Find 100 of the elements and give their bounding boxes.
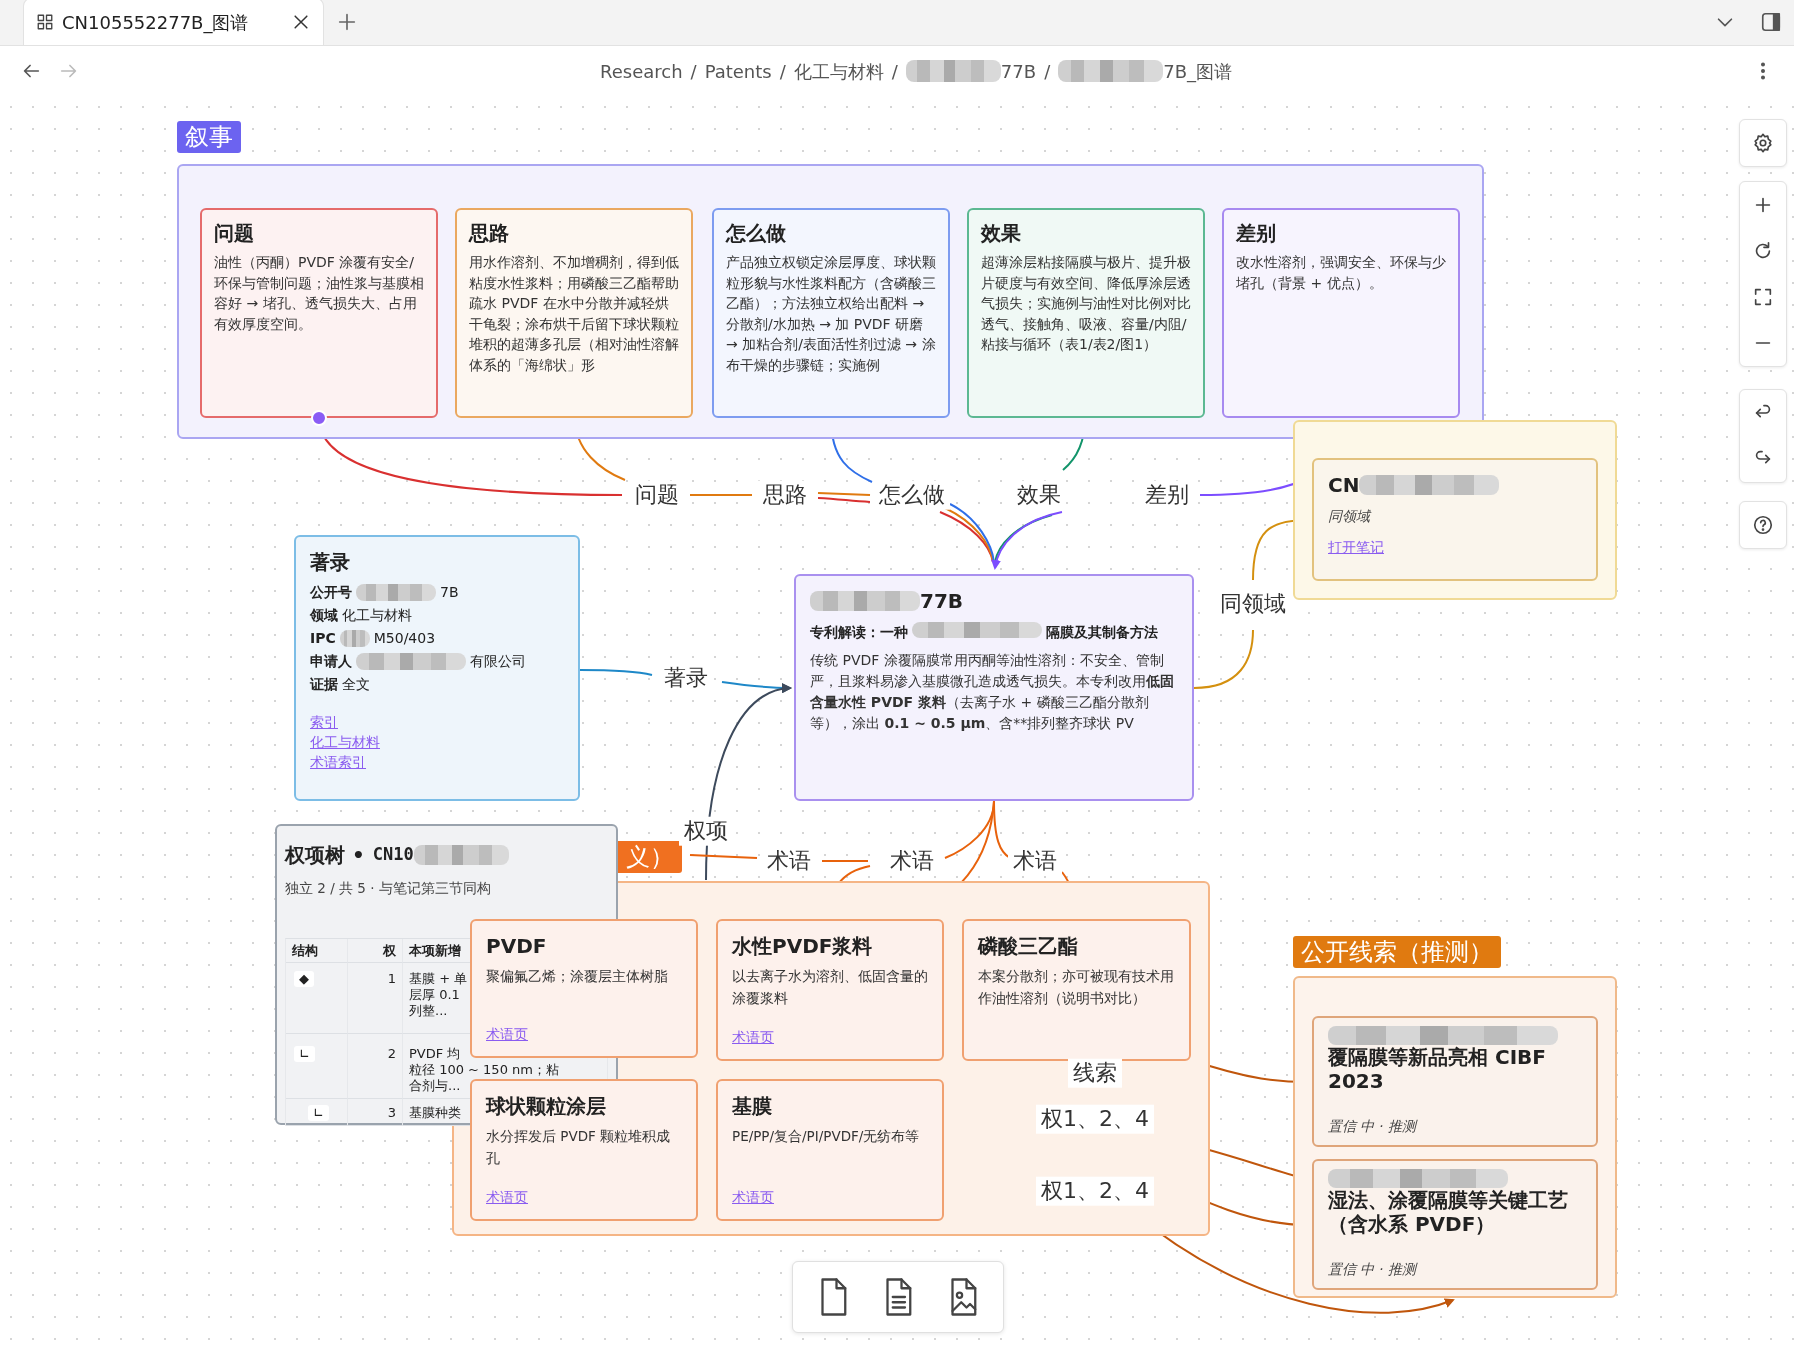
breadcrumb-separator: / [891,59,898,84]
table-cell-line: 列整... [409,1003,448,1019]
table-cell: 1 [348,963,403,1034]
card-title: 思路 [469,220,510,246]
card-title: 球状颗粒涂层 [486,1093,607,1119]
link[interactable]: 打开笔记 [1328,539,1384,555]
sidebar-toggle-icon[interactable] [1760,11,1782,33]
table-header: 结构 [286,939,348,963]
table-cell-line: PVDF 均 [409,1046,461,1062]
note-card[interactable]: 水性PVDF浆料 以去离子水为溶剂、低固含量的涂覆浆料 术语页 [716,919,944,1061]
table-cell: 3 [348,1099,403,1126]
table-cell: 2 [348,1034,403,1099]
grid-icon [36,13,54,31]
breadcrumb-link[interactable]: 7B_图谱 [1058,57,1232,85]
card-title: 磷酸三乙酯 [978,933,1079,959]
note-card[interactable]: 球状颗粒涂层 水分挥发后 PVDF 颗粒堆积成孔 术语页 [470,1079,698,1221]
field-label: IPC [310,629,336,648]
card-title: 效果 [981,220,1022,246]
card-meta: 置信 中 · 推测 [1328,1117,1419,1136]
subtitle-text: 专利解读：一种 [810,623,908,642]
breadcrumb-link[interactable]: Research [600,57,683,85]
table-header: 权 [348,939,403,963]
summary-paragraph: 传统 PVDF 涂覆隔膜常用丙酮等油性溶剂：不安全、管制严，且浆料易渗入基膜微孔造成透气损失。本专利改用低固含量水性 PVDF 浆料（去离子水 + 磷酸三乙酯分散剂等），涂出 0.1 ~ 0.5 µm、含**排列整齐球状 PV [810,651,1175,734]
help-icon[interactable] [1752,514,1774,536]
card-title: CN [1328,472,1360,498]
breadcrumb-separator: / [779,59,786,84]
field-label: 申请人 [310,652,352,671]
card-text: 本案分散剂；亦可被现有技术用作油性溶剂（说明书对比） [978,967,1175,1008]
group-label: 公开线索（推测） [1293,936,1501,968]
card-title: 77B [920,588,964,614]
edge-label: 权1、2、4 [1036,1176,1154,1206]
field-label: 公开号 [310,583,352,602]
note-card[interactable]: 湿法、涂覆隔膜等关键工艺（含水系 PVDF） 置信 中 · 推测 [1312,1159,1598,1290]
note-card[interactable]: 覆隔膜等新品亮相 CIBF 2023 置信 中 · 推测 [1312,1016,1598,1147]
card-title: 基膜 [732,1093,773,1119]
tab-title: CN105552277B_图谱 [62,10,250,36]
note-card[interactable]: 差别 改水性溶剂，强调安全、环保与少堵孔（背景 + 优点）。 [1222,208,1460,418]
card-text: 改水性溶剂，强调安全、环保与少堵孔（背景 + 优点）。 [1236,253,1446,293]
link[interactable]: 化工与材料 [310,732,380,752]
link[interactable]: 术语页 [486,1187,682,1207]
document-tab[interactable]: CN105552277B_图谱 [23,0,324,45]
card-title: 湿法、涂覆隔膜等关键工艺（含水系 PVDF） [1328,1188,1569,1239]
card-title: 著录 [310,549,351,575]
connector-curve [689,494,753,496]
breadcrumb-link[interactable]: 化工与材料 [793,57,884,85]
note-card[interactable]: 效果 超薄涂层粘接隔膜与极片、提升极片硬度与有效空间、降低厚涂层透气损失；实施例与油性对比例对比透气、接触角、吸液、容量/内阻/粘接与循环（表1/表2/图1） [967,208,1205,418]
subtitle-text: 隔膜及其制备方法 [1046,623,1158,642]
edge-label: 权1、2、4 [1036,1104,1154,1134]
tree-marker: ∟ [294,1046,315,1062]
field-value: 7B [440,583,459,602]
connector-curve [1193,629,1254,689]
breadcrumb-separator: / [690,59,697,84]
patent-number: CN10 [372,843,414,867]
plus-icon[interactable] [336,11,358,33]
table-cell-line: 基膜种类 [409,1105,461,1121]
card-text: 超薄涂层粘接隔膜与极片、提升极片硬度与有效空间、降低厚涂层透气损失；实施例与油性对比例对比透气、接触角、吸液、容量/内阻/粘接与循环（表1/表2/图1） [981,253,1191,354]
table-cell-line: 合剂与... [409,1078,461,1094]
card-text: 水分挥发后 PVDF 颗粒堆积成孔 [486,1127,672,1168]
card-text: 用水作溶剂、不加增稠剂，得到低粘度水性浆料；用磷酸三乙酯帮助疏水 PVDF 在水中分散并减轻烘干龟裂；涂布烘干后留下球状颗粒堆积的超薄多孔层（相对油性溶解体系的「海绵状」形 [469,253,679,375]
card-text: 以去离子水为溶剂、低固含量的涂覆浆料 [732,967,928,1008]
card-title: 问题 [214,220,255,246]
card-meta: 置信 中 · 推测 [1328,1260,1419,1279]
note-card[interactable]: 问题 油性（丙酮）PVDF 涂覆有安全/环保与管制问题；油性浆与基膜相容好 → 堵孔、透气损失大、占用有效厚度空间。 [200,208,438,418]
note-card[interactable]: 基膜 PE/PP/复合/PI/PVDF/无纺布等 术语页 [716,1079,944,1221]
note-card[interactable]: 77B 专利解读：一种 隔膜及其制备方法 传统 PVDF 涂覆隔膜常用丙酮等油性溶剂：不安全、管制严，且浆料易渗入基膜微孔造成透气损失。本专利改用低固含量水性 PVDF 浆料（去离子水 + 磷酸三乙酯分散剂等），涂出 0.1 ~ 0.5 µm、含**排列整齐球状 PV [794,574,1194,801]
breadcrumb-link[interactable]: Patents [704,57,772,85]
note-card[interactable]: 磷酸三乙酯 本案分散剂；亦可被现有技术用作油性溶剂（说明书对比） [962,919,1191,1061]
card-text: 油性（丙酮）PVDF 涂覆有安全/环保与管制问题；油性浆与基膜相容好 → 堵孔、透气损失大、占用有效厚度空间。 [214,253,424,334]
note-card[interactable]: 思路 用水作溶剂、不加增稠剂，得到低粘度水性浆料；用磷酸三乙酯帮助疏水 PVDF 在水中分散并减轻烘干龟裂；涂布烘干后留下球状颗粒堆积的超薄多孔层（相对油性溶解体系的「海绵状」形 [455,208,693,418]
note-card[interactable]: PVDF 聚偏氟乙烯；涂覆层主体树脂 术语页 [470,919,698,1058]
card-title: 差别 [1236,220,1277,246]
settings-icon[interactable] [1752,132,1774,154]
field-value: 全文 [342,675,370,694]
card-text: 产品独立权锁定涂层厚度、球状颗粒形貌与水性浆料配方（含磷酸三乙酯）；方法独立权给出配料 → 分散剂/水加热 → 加 PVDF 研磨 → 加粘合剂/表面活性剂过滤 → 涂布干燥的步骤链；实施例 [726,253,936,375]
card-title: 权项树 • [285,842,365,868]
link[interactable]: 术语页 [732,1027,928,1047]
connector-curve [994,514,1053,563]
connector-curve [821,860,869,862]
field-label: 领域 [310,606,338,625]
field-value: M50/403 [373,629,436,648]
field-value: 化工与材料 [342,606,412,625]
note-card[interactable]: 著录 公开号 7B 领域 化工与材料 IPC M50/403 申请人 有限公司 证据 全文 索引 化工与材料 术语索引 [294,535,580,801]
link[interactable]: 术语索引 [310,752,366,772]
link[interactable]: 索引 [310,712,338,732]
card-title: 怎么做 [726,220,787,246]
field-label: 证据 [310,675,338,694]
group-label: 叙事 [177,121,241,153]
breadcrumb-separator: / [1044,59,1051,84]
field-value: 有限公司 [470,652,526,671]
table-cell-line: 基膜 + 单 [409,971,468,987]
note-card[interactable]: 怎么做 产品独立权锁定涂层厚度、球状颗粒形貌与水性浆料配方（含磷酸三乙酯）；方法独立权给出配料 → 分散剂/水加热 → 加 PVDF 研磨 → 加粘合剂/表面活性剂过滤 → 涂布干燥的步骤链；实施例 [712,208,950,418]
card-title: 覆隔膜等新品亮相 CIBF 2023 [1328,1045,1547,1096]
note-card[interactable]: CN 同领域 打开笔记 [1312,458,1598,581]
group-label: 义） [618,841,682,873]
note-label: 同领域 [1328,507,1373,526]
card-title: 水性PVDF浆料 [732,933,874,959]
card-subtitle: 独立 2 / 共 5 · 与笔记第三节同构 [285,879,491,898]
fullscreen-icon[interactable] [1752,286,1774,308]
link[interactable]: 术语页 [732,1187,928,1207]
edge-label: 线索 [1068,1058,1122,1088]
